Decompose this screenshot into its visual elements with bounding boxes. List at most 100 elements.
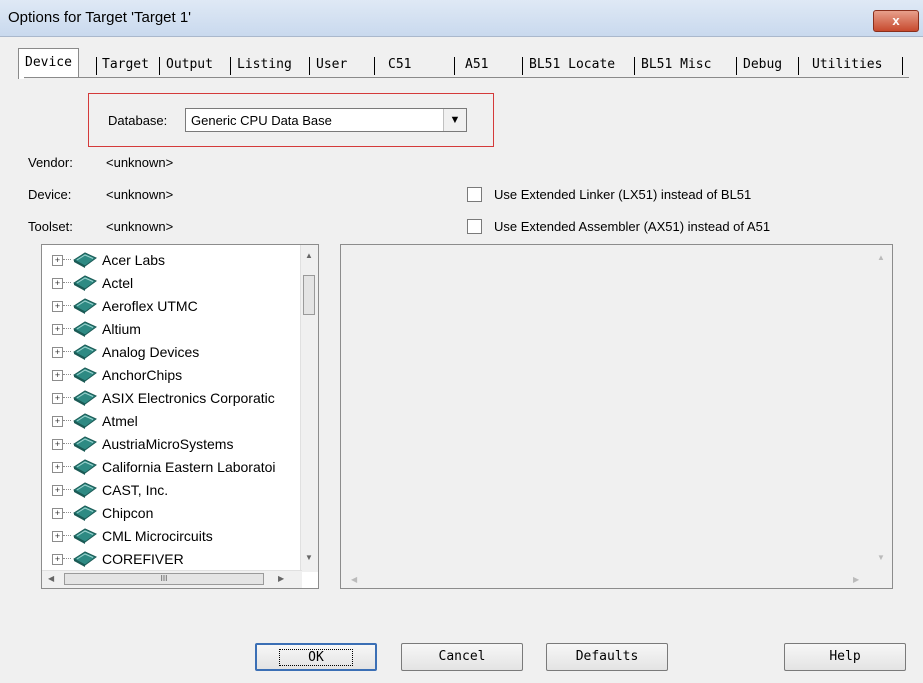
- tree-item[interactable]: + AnchorChips: [52, 364, 300, 387]
- horizontal-scroll-thumb[interactable]: III: [64, 573, 264, 585]
- tree-item[interactable]: + Actel: [52, 272, 300, 295]
- tab-device[interactable]: Device: [18, 48, 79, 79]
- tree-connector: [63, 420, 71, 421]
- plus-box-icon[interactable]: +: [52, 554, 63, 565]
- tree-connector: [63, 535, 71, 536]
- tree-item[interactable]: + Aeroflex UTMC: [52, 295, 300, 318]
- tab-bl51-misc[interactable]: BL51 Misc: [641, 54, 711, 76]
- device-label: Device:: [28, 187, 72, 202]
- tab-output[interactable]: Output: [166, 54, 213, 76]
- tab-utilities[interactable]: Utilities: [812, 54, 882, 76]
- help-button[interactable]: Help: [784, 643, 906, 671]
- tree-item[interactable]: + Atmel: [52, 410, 300, 433]
- vendor-value: <unknown>: [106, 155, 174, 170]
- tab-separator: [96, 57, 97, 75]
- tree-item-label: California Eastern Laboratoi: [102, 459, 276, 475]
- plus-box-icon[interactable]: +: [52, 347, 63, 358]
- scroll-left-icon[interactable]: ◀: [48, 574, 54, 583]
- tree-item[interactable]: + CML Microcircuits: [52, 525, 300, 548]
- book-icon: [73, 275, 97, 291]
- tab-bl51-locate[interactable]: BL51 Locate: [529, 54, 615, 76]
- ax51-checkbox[interactable]: [467, 219, 482, 234]
- tree-item[interactable]: + CAST, Inc.: [52, 479, 300, 502]
- tree-connector: [63, 259, 71, 260]
- scroll-up-icon[interactable]: ▲: [877, 253, 885, 262]
- ok-label: OK: [279, 649, 353, 666]
- ok-button[interactable]: OK: [255, 643, 377, 671]
- tree-item[interactable]: + Acer Labs: [52, 249, 300, 272]
- plus-box-icon[interactable]: +: [52, 255, 63, 266]
- tab-target[interactable]: Target: [102, 54, 149, 76]
- book-icon: [73, 436, 97, 452]
- tree-item-label: CAST, Inc.: [102, 482, 169, 498]
- tree-connector: [63, 305, 71, 306]
- vertical-scroll-thumb[interactable]: [303, 275, 315, 315]
- vertical-scrollbar[interactable]: ▲ ▼: [300, 245, 318, 572]
- toolset-value: <unknown>: [106, 219, 174, 234]
- book-icon: [73, 252, 97, 268]
- tab-user[interactable]: User: [316, 54, 347, 76]
- tree-item[interactable]: + Altium: [52, 318, 300, 341]
- device-value: <unknown>: [106, 187, 174, 202]
- scroll-right-icon[interactable]: ▶: [853, 575, 859, 584]
- tab-a51[interactable]: A51: [465, 54, 488, 76]
- chevron-down-icon[interactable]: ▼: [443, 109, 466, 131]
- database-select[interactable]: Generic CPU Data Base ▼: [185, 108, 467, 132]
- book-icon: [73, 551, 97, 567]
- tree-item[interactable]: + Analog Devices: [52, 341, 300, 364]
- tree-item-label: COREFIVER: [102, 551, 184, 567]
- plus-box-icon[interactable]: +: [52, 485, 63, 496]
- close-button[interactable]: x: [873, 10, 919, 32]
- tree-item[interactable]: + AustriaMicroSystems: [52, 433, 300, 456]
- device-tree[interactable]: + Acer Labs + Actel + Aeroflex UTMC + Altium + An…: [41, 244, 319, 589]
- plus-box-icon[interactable]: +: [52, 370, 63, 381]
- scroll-left-icon[interactable]: ◀: [351, 575, 357, 584]
- plus-box-icon[interactable]: +: [52, 278, 63, 289]
- book-icon: [73, 321, 97, 337]
- plus-box-icon[interactable]: +: [52, 416, 63, 427]
- toolset-row: Toolset: <unknown>: [28, 219, 173, 234]
- tree-item-label: AnchorChips: [102, 367, 183, 383]
- tree-item[interactable]: + COREFIVER: [52, 548, 300, 571]
- plus-box-icon[interactable]: +: [52, 301, 63, 312]
- scroll-right-icon[interactable]: ▶: [278, 574, 284, 583]
- tree-item[interactable]: + ASIX Electronics Corporatic: [52, 387, 300, 410]
- tab-debug[interactable]: Debug: [743, 54, 782, 76]
- tab-separator: [230, 57, 231, 75]
- title-bar: Options for Target 'Target 1' x: [0, 0, 923, 37]
- lx51-option[interactable]: Use Extended Linker (LX51) instead of BL…: [467, 187, 751, 202]
- tab-separator: [374, 57, 375, 75]
- tab-listing[interactable]: Listing: [237, 54, 292, 76]
- tree-item[interactable]: + California Eastern Laboratoi: [52, 456, 300, 479]
- tree-item-label: ASIX Electronics Corporatic: [102, 390, 275, 406]
- toolset-label: Toolset:: [28, 219, 73, 234]
- scroll-down-icon[interactable]: ▼: [305, 553, 313, 562]
- book-icon: [73, 298, 97, 314]
- scroll-up-icon[interactable]: ▲: [305, 251, 313, 260]
- cancel-button[interactable]: Cancel: [401, 643, 523, 671]
- tree-item[interactable]: + Chipcon: [52, 502, 300, 525]
- device-description[interactable]: ▲ ▼ ◀ ▶: [340, 244, 893, 589]
- tree-connector: [63, 558, 71, 559]
- lx51-checkbox[interactable]: [467, 187, 482, 202]
- defaults-button[interactable]: Defaults: [546, 643, 668, 671]
- book-icon: [73, 367, 97, 383]
- tree-item-label: Acer Labs: [102, 252, 166, 268]
- book-icon: [73, 390, 97, 406]
- book-icon: [73, 528, 97, 544]
- plus-box-icon[interactable]: +: [52, 462, 63, 473]
- tree-item-label: Atmel: [102, 413, 138, 429]
- plus-box-icon[interactable]: +: [52, 439, 63, 450]
- plus-box-icon[interactable]: +: [52, 393, 63, 404]
- tree-item-label: CML Microcircuits: [102, 528, 213, 544]
- plus-box-icon[interactable]: +: [52, 531, 63, 542]
- tab-c51[interactable]: C51: [388, 54, 411, 76]
- horizontal-scrollbar[interactable]: ◀ III ▶: [42, 570, 302, 588]
- tree-connector: [63, 282, 71, 283]
- ax51-option[interactable]: Use Extended Assembler (AX51) instead of…: [467, 219, 770, 234]
- scroll-down-icon[interactable]: ▼: [877, 553, 885, 562]
- plus-box-icon[interactable]: +: [52, 324, 63, 335]
- plus-box-icon[interactable]: +: [52, 508, 63, 519]
- tree-connector: [63, 328, 71, 329]
- tree-connector: [63, 351, 71, 352]
